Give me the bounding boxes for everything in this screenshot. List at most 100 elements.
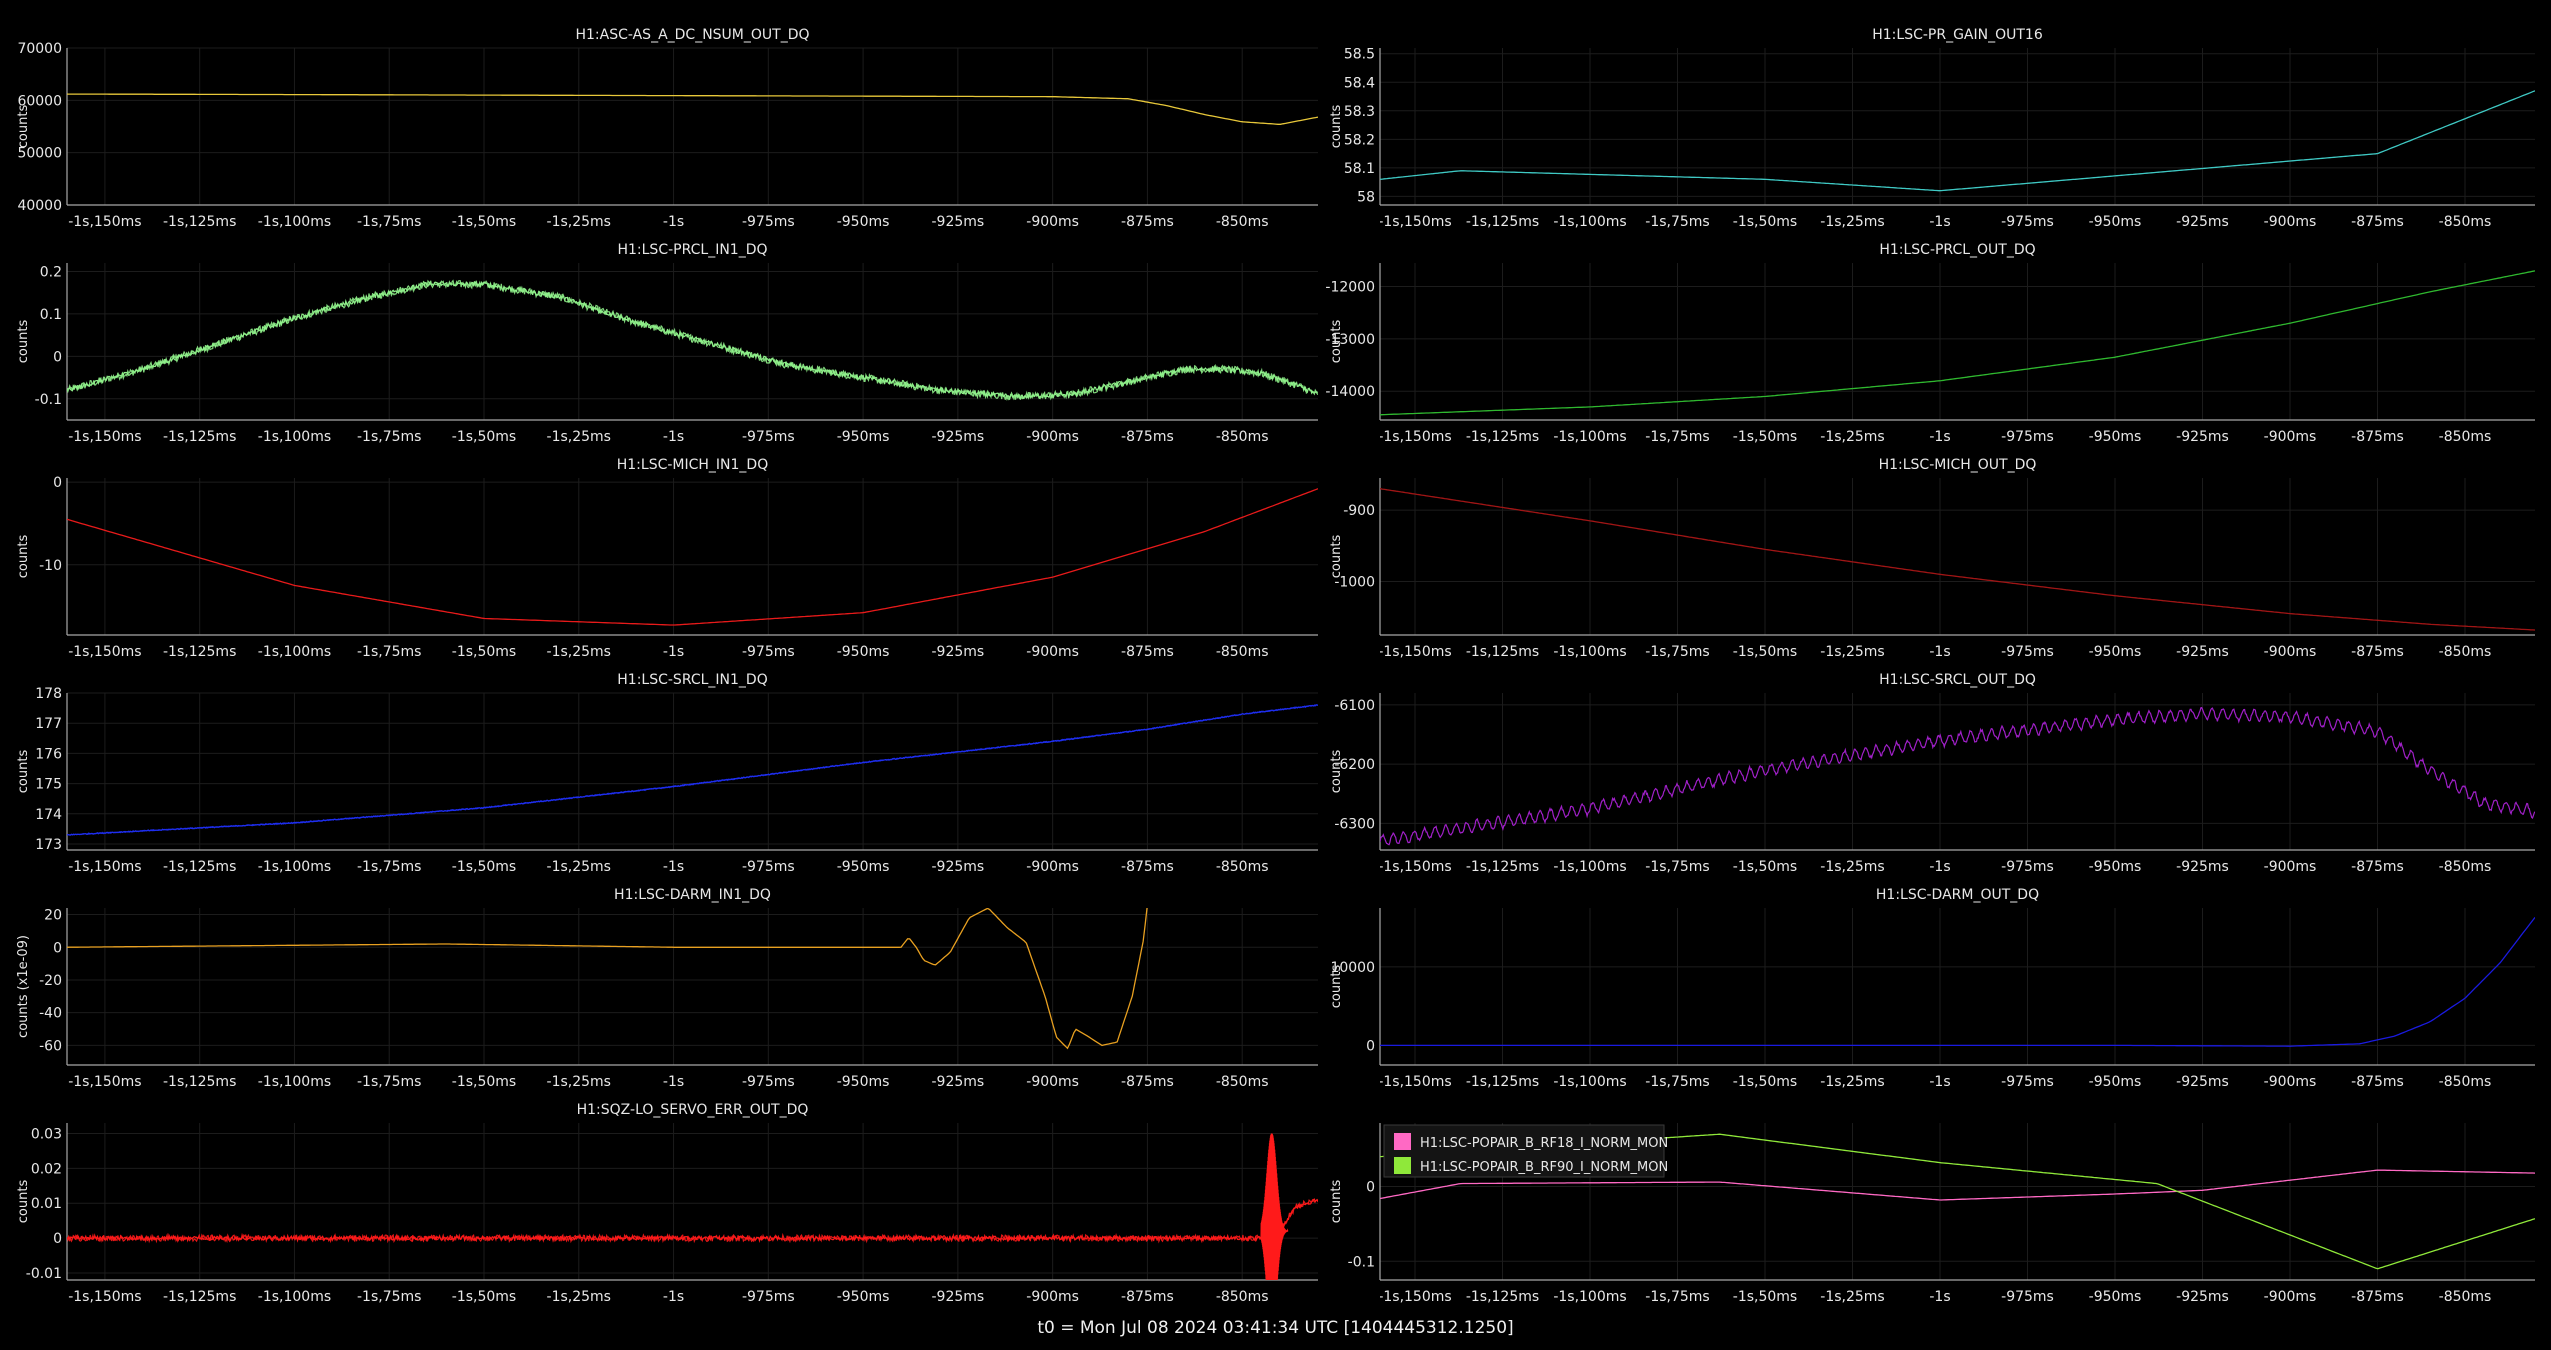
y-axis-label: counts xyxy=(1329,105,1344,149)
plot-title: H1:SQZ-LO_SERVO_ERR_OUT_DQ xyxy=(577,1102,809,1118)
x-tick-label: -950ms xyxy=(837,644,890,660)
y-tick-label: 0.03 xyxy=(31,1126,62,1142)
x-tick-label: -975ms xyxy=(2001,859,2054,875)
x-tick-label: -925ms xyxy=(2176,214,2229,230)
x-tick-label: -975ms xyxy=(742,429,795,445)
x-tick-label: -925ms xyxy=(932,644,985,660)
x-tick-label: -875ms xyxy=(1121,214,1174,230)
timestamp-footer: t0 = Mon Jul 08 2024 03:41:34 UTC [14044… xyxy=(1037,1318,1514,1338)
x-tick-label: -1s,100ms xyxy=(1553,1074,1626,1090)
x-tick-label: -875ms xyxy=(2351,859,2404,875)
x-tick-label: -875ms xyxy=(1121,1074,1174,1090)
x-tick-label: -1s xyxy=(1929,859,1950,875)
x-tick-label: -900ms xyxy=(1026,1074,1079,1090)
plot-grid: -1s,150ms -1s,125ms -1s,100ms -1s,75ms -1s,5… xyxy=(16,27,2535,1305)
y-tick-label: 0.2 xyxy=(40,264,62,280)
x-tick-label: -950ms xyxy=(2089,429,2142,445)
x-tick-label: -875ms xyxy=(2351,1289,2404,1305)
x-tick-label: -1s xyxy=(663,859,684,875)
y-tick-label: -6100 xyxy=(1334,698,1375,714)
plot-panel-6: -1s,150ms -1s,125ms -1s,100ms -1s,75ms -1s,5… xyxy=(1329,457,2535,660)
x-tick-label: -925ms xyxy=(932,1074,985,1090)
x-tick-label: -1s,125ms xyxy=(163,1289,236,1305)
x-tick-label: -1s,75ms xyxy=(357,429,421,445)
x-tick-label: -1s xyxy=(663,1074,684,1090)
x-tick-label: -925ms xyxy=(2176,429,2229,445)
x-tick-label: -850ms xyxy=(2439,859,2492,875)
y-tick-label: 0 xyxy=(53,349,62,365)
x-tick-label: -1s,125ms xyxy=(1466,429,1539,445)
x-tick-label: -850ms xyxy=(1216,1289,1269,1305)
plot-panel-11: -1s,150ms -1s,125ms -1s,100ms -1s,75ms -1s,5… xyxy=(16,1102,1318,1305)
y-axis-label: counts (x1e-09) xyxy=(16,935,31,1038)
legend-swatch xyxy=(1394,1133,1411,1150)
x-tick-label: -1s xyxy=(1929,429,1950,445)
series-line-1 xyxy=(67,704,1318,836)
x-tick-label: -925ms xyxy=(2176,1289,2229,1305)
x-tick-label: -1s xyxy=(663,1289,684,1305)
x-tick-label: -1s,125ms xyxy=(1466,1289,1539,1305)
x-tick-label: -1s,125ms xyxy=(1466,859,1539,875)
y-axis-label: counts xyxy=(16,535,31,579)
series-line-1 xyxy=(67,1198,1318,1244)
plot-title: H1:LSC-PRCL_IN1_DQ xyxy=(617,242,767,258)
y-tick-label: -14000 xyxy=(1325,384,1375,400)
y-tick-label: 0.02 xyxy=(31,1161,62,1177)
x-tick-label: -1s xyxy=(663,429,684,445)
x-tick-label: -1s,125ms xyxy=(1466,1074,1539,1090)
y-tick-label: -0.01 xyxy=(26,1266,62,1282)
x-tick-label: -1s,75ms xyxy=(357,644,421,660)
y-tick-label: 40000 xyxy=(17,198,62,214)
x-tick-label: -1s,50ms xyxy=(452,1289,516,1305)
plot-panel-4: -1s,150ms -1s,125ms -1s,100ms -1s,75ms -1s,5… xyxy=(1325,242,2535,445)
x-tick-label: -850ms xyxy=(1216,644,1269,660)
x-tick-label: -925ms xyxy=(932,214,985,230)
plot-panel-3: -1s,150ms -1s,125ms -1s,100ms -1s,75ms -1s,5… xyxy=(16,242,1318,445)
y-tick-label: 58.4 xyxy=(1344,75,1375,91)
y-tick-label: -6300 xyxy=(1334,816,1375,832)
y-tick-label: 70000 xyxy=(17,41,62,57)
x-tick-label: -975ms xyxy=(742,1074,795,1090)
y-axis-label: counts xyxy=(16,1180,31,1224)
plot-panel-2: -1s,150ms -1s,125ms -1s,100ms -1s,75ms -1s,5… xyxy=(1329,27,2535,230)
x-tick-label: -925ms xyxy=(932,859,985,875)
x-tick-label: -1s,100ms xyxy=(258,859,331,875)
x-tick-label: -875ms xyxy=(2351,1074,2404,1090)
y-tick-label: 178 xyxy=(35,686,62,702)
x-tick-label: -1s,150ms xyxy=(1378,214,1451,230)
x-tick-label: -950ms xyxy=(837,1074,890,1090)
x-tick-label: -1s,125ms xyxy=(163,644,236,660)
x-tick-label: -1s,75ms xyxy=(357,214,421,230)
x-tick-label: -1s,25ms xyxy=(1820,644,1884,660)
x-tick-label: -1s,75ms xyxy=(357,1074,421,1090)
x-tick-label: -1s,75ms xyxy=(1645,429,1709,445)
x-tick-label: -1s xyxy=(663,644,684,660)
y-tick-label: 0.1 xyxy=(40,307,62,323)
x-tick-label: -850ms xyxy=(2439,214,2492,230)
plot-title: H1:LSC-MICH_OUT_DQ xyxy=(1879,457,2037,473)
x-tick-label: -900ms xyxy=(1026,859,1079,875)
x-tick-label: -1s,100ms xyxy=(258,429,331,445)
y-tick-label: 175 xyxy=(35,777,62,793)
y-tick-label: -40 xyxy=(39,1006,62,1022)
y-tick-label: 58 xyxy=(1357,189,1375,205)
x-tick-label: -900ms xyxy=(1026,644,1079,660)
x-tick-label: -1s,125ms xyxy=(163,214,236,230)
y-tick-label: 0 xyxy=(53,1231,62,1247)
x-tick-label: -1s,50ms xyxy=(452,859,516,875)
x-tick-label: -1s,100ms xyxy=(258,214,331,230)
x-tick-label: -1s,100ms xyxy=(1553,859,1626,875)
series-line-1 xyxy=(1380,917,2535,1047)
y-tick-label: 0 xyxy=(53,475,62,491)
x-tick-label: -1s,100ms xyxy=(258,1289,331,1305)
x-tick-label: -900ms xyxy=(2264,644,2317,660)
y-tick-label: 58.1 xyxy=(1344,161,1375,177)
x-tick-label: -975ms xyxy=(2001,1289,2054,1305)
x-tick-label: -950ms xyxy=(2089,1074,2142,1090)
x-tick-label: -900ms xyxy=(2264,859,2317,875)
x-tick-label: -1s,75ms xyxy=(1645,1074,1709,1090)
plot-panel-1: -1s,150ms -1s,125ms -1s,100ms -1s,75ms -1s,5… xyxy=(16,27,1318,230)
plot-panel-5: -1s,150ms -1s,125ms -1s,100ms -1s,75ms -1s,5… xyxy=(16,457,1318,660)
x-tick-label: -975ms xyxy=(2001,644,2054,660)
y-axis-label: counts xyxy=(16,750,31,794)
